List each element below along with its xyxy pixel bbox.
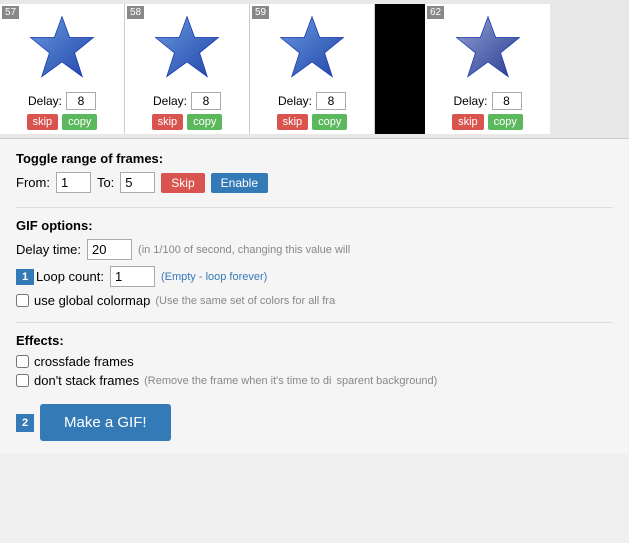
colormap-checkbox[interactable] [16, 294, 29, 307]
make-gif-button[interactable]: Make a GIF! [40, 404, 171, 441]
delay-input[interactable] [66, 92, 96, 110]
toggle-range-section: Toggle range of frames: From: To: Skip E… [16, 151, 613, 193]
divider [16, 207, 613, 208]
colormap-hint: (Use the same set of colors for all fra [155, 295, 335, 307]
enable-button[interactable]: Enable [211, 173, 268, 193]
frame-item: 58 Delay: skip copy [125, 4, 250, 134]
frame-delay: Delay: [453, 92, 521, 110]
colormap-label: use global colormap [34, 293, 150, 308]
delay-row: Delay time: (in 1/100 of second, changin… [16, 239, 613, 260]
colormap-row: use global colormap (Use the same set of… [16, 293, 613, 308]
crossfade-checkbox[interactable] [16, 355, 29, 368]
delay-label: Delay: [28, 94, 62, 108]
delay-label: Delay: [453, 94, 487, 108]
gif-options-label: GIF options: [16, 218, 613, 233]
delay-input[interactable] [191, 92, 221, 110]
frame-number: 62 [427, 6, 444, 19]
frame-delay: Delay: [278, 92, 346, 110]
from-label: From: [16, 175, 50, 190]
to-input[interactable] [120, 172, 155, 193]
frame-item: 57 Delay: skip copy [0, 4, 125, 134]
frame-item: 59 Delay: skip copy [250, 4, 375, 134]
delay-input[interactable] [316, 92, 346, 110]
loop-hint: (Empty - loop forever) [161, 271, 267, 283]
effects-label: Effects: [16, 333, 613, 348]
controls-area: Toggle range of frames: From: To: Skip E… [0, 139, 629, 453]
effects-section: Effects: crossfade frames don't stack fr… [16, 333, 613, 388]
frame-delay: Delay: [153, 92, 221, 110]
skip-button[interactable]: skip [152, 114, 184, 130]
from-input[interactable] [56, 172, 91, 193]
to-label: To: [97, 175, 114, 190]
delay-hint: (in 1/100 of second, changing this value… [138, 244, 350, 256]
stack-hint2: sparent background) [336, 375, 437, 387]
skip-button[interactable]: skip [27, 114, 59, 130]
stack-label: don't stack frames [34, 373, 139, 388]
crossfade-label: crossfade frames [34, 354, 134, 369]
gif-options-section: GIF options: Delay time: (in 1/100 of se… [16, 218, 613, 308]
frame-buttons: skip copy [452, 114, 523, 130]
frames-strip: 57 Delay: skip copy 58 [0, 0, 629, 139]
copy-button[interactable]: copy [312, 114, 347, 130]
stack-row: don't stack frames (Remove the frame whe… [16, 373, 613, 388]
frame-delay: Delay: [28, 92, 96, 110]
frame-buttons: skip copy [277, 114, 348, 130]
copy-button[interactable]: copy [488, 114, 523, 130]
frame-buttons: skip copy [152, 114, 223, 130]
crossfade-row: crossfade frames [16, 354, 613, 369]
skip-button[interactable]: skip [452, 114, 484, 130]
delay-label: Delay: [153, 94, 187, 108]
frame-number: 59 [252, 6, 269, 19]
loop-count-input[interactable] [110, 266, 155, 287]
frame-star [147, 8, 227, 88]
loop-badge: 1 [16, 269, 34, 285]
make-gif-badge: 2 [16, 414, 34, 432]
toggle-range-row: From: To: Skip Enable [16, 172, 613, 193]
make-gif-wrap: 2 Make a GIF! [16, 404, 613, 441]
copy-button[interactable]: copy [62, 114, 97, 130]
stack-hint: (Remove the frame when it's time to di [144, 375, 331, 387]
frame-star [22, 8, 102, 88]
frame-buttons: skip copy [27, 114, 98, 130]
skip-button[interactable]: skip [277, 114, 309, 130]
torn-edge [375, 4, 425, 134]
divider-2 [16, 322, 613, 323]
delay-time-label: Delay time: [16, 242, 81, 257]
frame-number: 58 [127, 6, 144, 19]
stack-checkbox[interactable] [16, 374, 29, 387]
delay-label: Delay: [278, 94, 312, 108]
loop-row: 1 Loop count: (Empty - loop forever) [16, 266, 613, 287]
frame-star [448, 8, 528, 88]
skip-range-button[interactable]: Skip [161, 173, 204, 193]
delay-time-input[interactable] [87, 239, 132, 260]
frame-item: 62 Delay: skip copy [425, 4, 550, 134]
frame-star [272, 8, 352, 88]
toggle-range-label: Toggle range of frames: [16, 151, 613, 166]
copy-button[interactable]: copy [187, 114, 222, 130]
frame-number: 57 [2, 6, 19, 19]
loop-count-label: Loop count: [36, 269, 104, 284]
delay-input[interactable] [492, 92, 522, 110]
